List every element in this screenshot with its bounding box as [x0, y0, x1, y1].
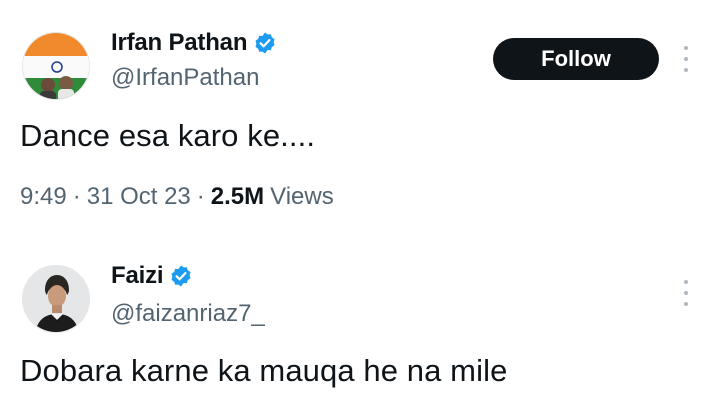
reply-author-name-row: Faizi	[111, 262, 193, 290]
meta-separator: ·	[72, 183, 81, 210]
avatar-portrait-icon	[23, 266, 89, 332]
tweet-date[interactable]: 31 Oct 23	[87, 183, 191, 211]
meta-separator: ·	[196, 183, 205, 210]
reply-more-options-icon[interactable]	[680, 280, 692, 306]
tweet-meta: 9:49 · 31 Oct 23 · 2.5M Views	[20, 183, 334, 211]
tweet-author-name-row: Irfan Pathan	[111, 29, 277, 57]
reply-text: Dobara karne ka mauqa he na mile	[20, 353, 508, 388]
reply-author-avatar[interactable]	[22, 265, 90, 333]
tweet-more-options-icon[interactable]	[680, 46, 692, 72]
reply-author-display-name[interactable]: Faizi	[111, 262, 164, 290]
reply-author-handle[interactable]: @faizanriaz7_	[111, 300, 265, 328]
verified-badge-icon	[255, 32, 275, 54]
tweet-author-display-name[interactable]: Irfan Pathan	[111, 29, 247, 57]
tweet-text: Dance esa karo ke....	[20, 118, 316, 153]
tweet-views-label[interactable]: Views	[270, 183, 334, 211]
follow-button[interactable]: Follow	[493, 38, 659, 80]
tweet-time[interactable]: 9:49	[20, 183, 67, 211]
tweet-author-handle[interactable]: @IrfanPathan	[111, 64, 259, 92]
tweet-views-count[interactable]: 2.5M	[211, 183, 264, 211]
avatar-india-flag-icon	[23, 33, 89, 99]
verified-badge-icon	[171, 265, 191, 287]
tweet-author-avatar[interactable]	[22, 32, 90, 100]
